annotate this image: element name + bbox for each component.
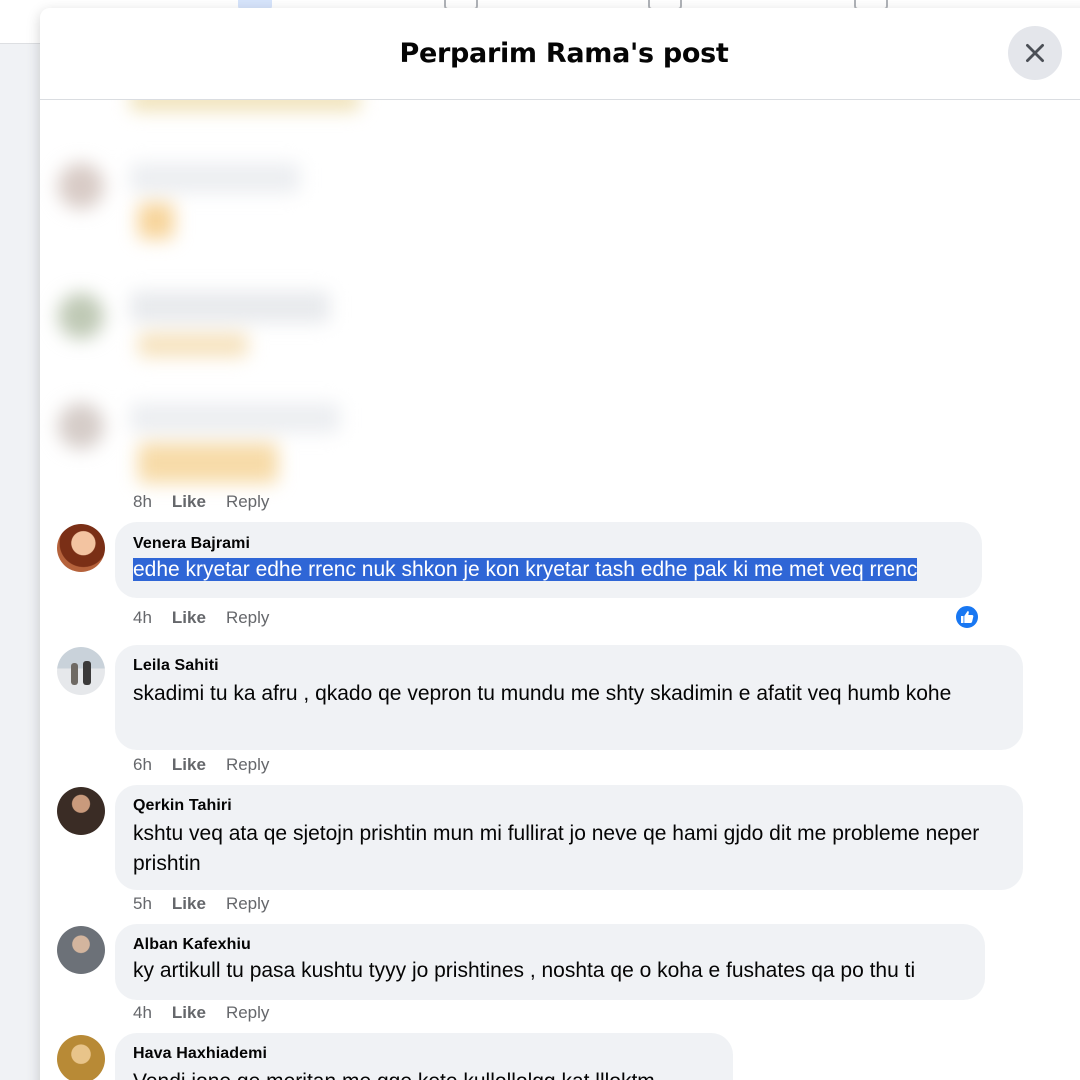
avatar[interactable] xyxy=(57,926,105,974)
comment-actions: 8h Like Reply xyxy=(133,492,269,512)
like-link[interactable]: Like xyxy=(172,608,206,628)
comment-timestamp[interactable]: 6h xyxy=(133,755,152,775)
comment-text: kshtu veq ata qe sjetojn prishtin mun mi… xyxy=(133,822,980,875)
blurred-comments xyxy=(40,89,460,503)
dialog-header: Perparim Rama's post xyxy=(40,8,1080,100)
comment-actions: 5h Like Reply xyxy=(133,894,269,914)
comment-author[interactable]: Qerkin Tahiri xyxy=(133,797,1005,815)
comment-author[interactable]: Leila Sahiti xyxy=(133,657,1005,675)
reply-link[interactable]: Reply xyxy=(226,608,269,628)
avatar[interactable] xyxy=(57,647,105,695)
comment-bubble: Alban Kafexhiu ky artikull tu pasa kusht… xyxy=(115,924,985,1000)
comment-bubble: Qerkin Tahiri kshtu veq ata qe sjetojn p… xyxy=(115,785,1023,890)
comment-actions: 4h Like Reply xyxy=(133,1003,269,1023)
reaction-badge[interactable] xyxy=(954,604,980,630)
comment-text: skadimi tu ka afru , qkado qe vepron tu … xyxy=(133,682,952,705)
avatar[interactable] xyxy=(57,787,105,835)
reply-link[interactable]: Reply xyxy=(226,1003,269,1023)
comment-timestamp[interactable]: 4h xyxy=(133,608,152,628)
post-dialog: Perparim Rama's post 8h Like Reply Vener… xyxy=(40,8,1080,1080)
like-link[interactable]: Like xyxy=(172,894,206,914)
like-link[interactable]: Like xyxy=(172,755,206,775)
like-link[interactable]: Like xyxy=(172,492,206,512)
reply-link[interactable]: Reply xyxy=(226,492,269,512)
comment-author[interactable]: Hava Haxhiademi xyxy=(133,1045,715,1063)
comment-text: Vendi jone ge meritan me gge kete kullol… xyxy=(133,1067,715,1080)
comment-author[interactable]: Venera Bajrami xyxy=(133,535,964,553)
reply-link[interactable]: Reply xyxy=(226,755,269,775)
comment-actions: 4h Like Reply xyxy=(133,608,269,628)
comment-timestamp[interactable]: 8h xyxy=(133,492,152,512)
comment-timestamp[interactable]: 5h xyxy=(133,894,152,914)
like-link[interactable]: Like xyxy=(172,1003,206,1023)
reply-link[interactable]: Reply xyxy=(226,894,269,914)
comment-author[interactable]: Alban Kafexhiu xyxy=(133,936,967,954)
selected-text: edhe kryetar edhe rrenc nuk shkon je kon… xyxy=(133,558,918,581)
avatar[interactable] xyxy=(57,1035,105,1080)
thumbs-up-icon xyxy=(961,611,974,623)
comment-actions: 6h Like Reply xyxy=(133,755,269,775)
dialog-title: Perparim Rama's post xyxy=(399,38,729,69)
comment-timestamp[interactable]: 4h xyxy=(133,1003,152,1023)
comment-bubble: Hava Haxhiademi Vendi jone ge meritan me… xyxy=(115,1033,733,1080)
comment-text: edhe kryetar edhe rrenc nuk shkon je kon… xyxy=(133,557,964,583)
comment-bubble: Venera Bajrami edhe kryetar edhe rrenc n… xyxy=(115,522,982,598)
comment-bubble: Leila Sahiti skadimi tu ka afru , qkado … xyxy=(115,645,1023,750)
avatar[interactable] xyxy=(57,524,105,572)
close-icon xyxy=(1026,44,1044,62)
close-button[interactable] xyxy=(1008,26,1062,80)
comment-text: ky artikull tu pasa kushtu tyyy jo prish… xyxy=(133,959,916,982)
